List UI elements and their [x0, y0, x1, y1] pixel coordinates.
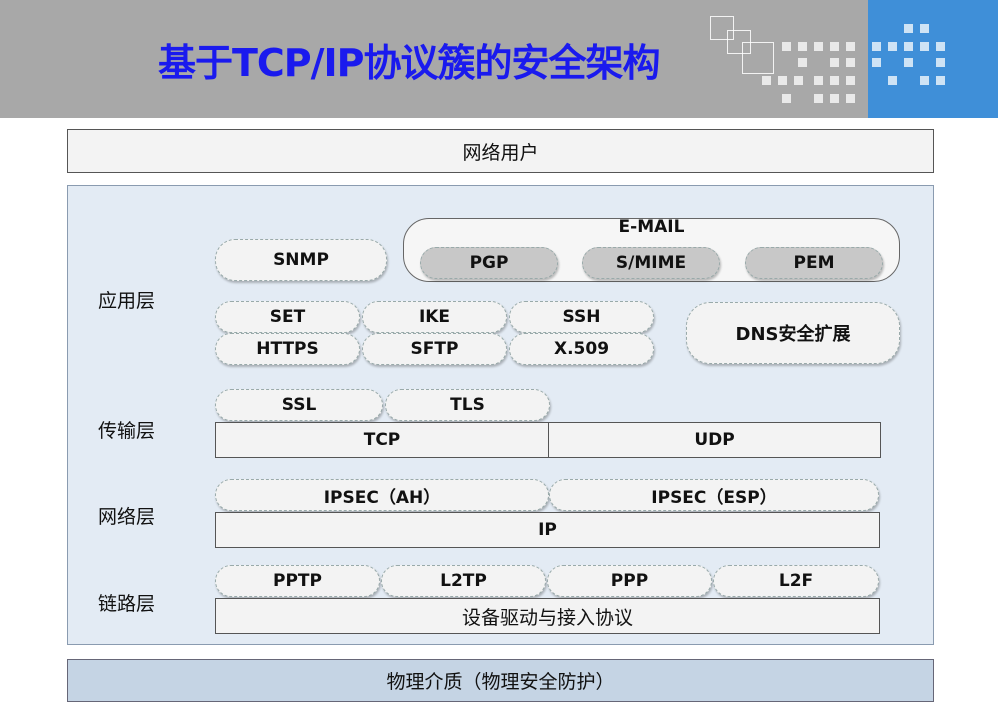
layer-label-application: 应用层: [98, 290, 156, 312]
pem-pill: PEM: [745, 247, 883, 279]
ppp-pill: PPP: [547, 565, 712, 597]
dns-security-pill: DNS安全扩展: [686, 302, 900, 364]
pptp-pill: PPTP: [215, 565, 380, 597]
ip-bar: IP: [215, 512, 880, 548]
sftp-pill: SFTP: [362, 333, 507, 365]
ike-pill: IKE: [362, 301, 507, 333]
ipsec-esp-pill: IPSEC（ESP）: [549, 479, 879, 511]
set-pill: SET: [215, 301, 360, 333]
https-pill: HTTPS: [215, 333, 360, 365]
ipsec-ah-pill: IPSEC（AH）: [215, 479, 549, 511]
smime-pill: S/MIME: [582, 247, 720, 279]
snmp-pill: SNMP: [215, 239, 387, 281]
tcp-bar: TCP: [215, 422, 549, 458]
email-title: E-MAIL: [618, 217, 685, 237]
layer-label-link: 链路层: [98, 593, 156, 615]
layer-label-network: 网络层: [98, 506, 156, 528]
physical-medium-bar: 物理介质（物理安全防护）: [67, 659, 934, 702]
header-accent: [868, 0, 998, 118]
l2tp-pill: L2TP: [381, 565, 546, 597]
tls-pill: TLS: [385, 389, 550, 421]
x509-pill: X.509: [509, 333, 654, 365]
ssh-pill: SSH: [509, 301, 654, 333]
device-driver-bar: 设备驱动与接入协议: [215, 598, 880, 634]
page-title: 基于TCP/IP协议簇的安全架构: [158, 41, 661, 85]
pgp-pill: PGP: [420, 247, 558, 279]
ssl-pill: SSL: [215, 389, 383, 421]
network-users-bar: 网络用户: [67, 129, 934, 173]
udp-bar: UDP: [548, 422, 881, 458]
layer-label-transport: 传输层: [98, 420, 156, 442]
l2f-pill: L2F: [713, 565, 879, 597]
